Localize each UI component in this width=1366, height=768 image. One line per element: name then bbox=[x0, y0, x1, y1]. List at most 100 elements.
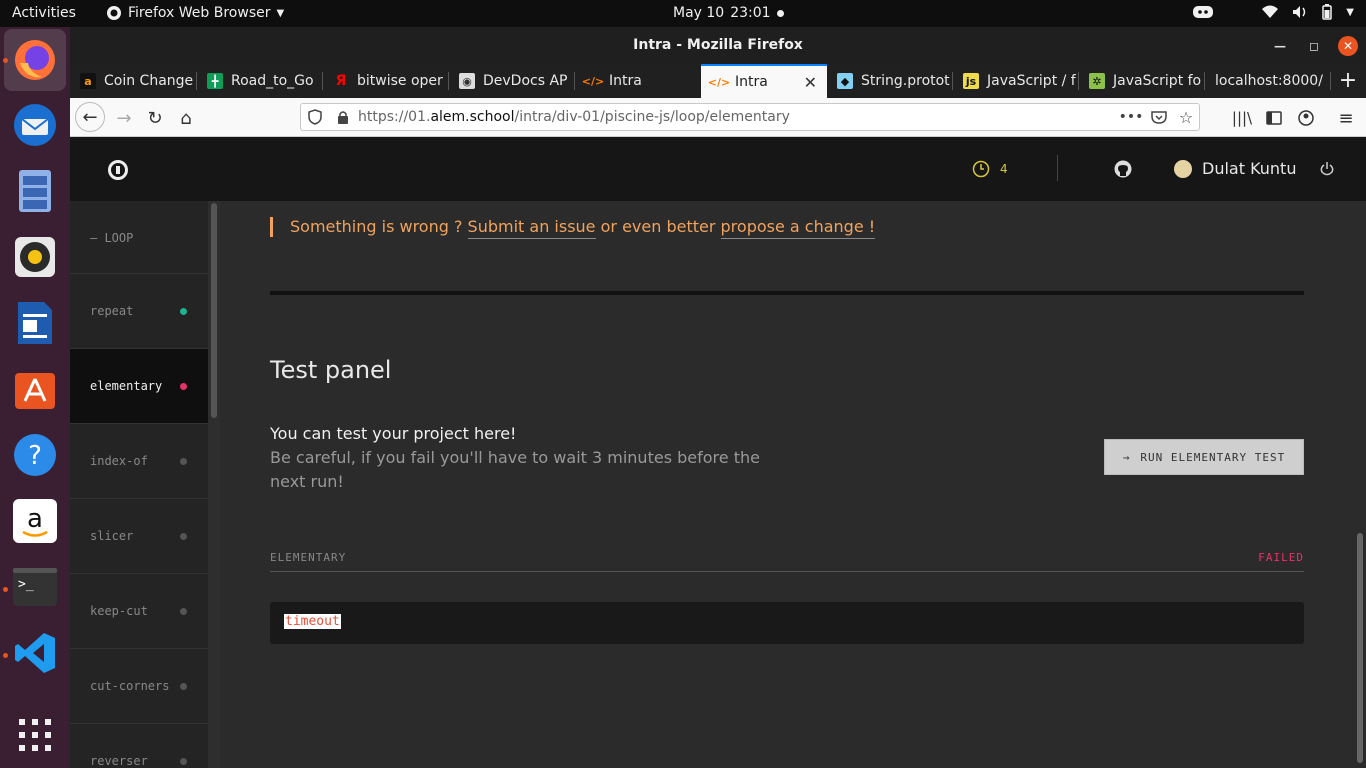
tab-javascript-2[interactable]: ✲ JavaScript fo bbox=[1079, 64, 1205, 98]
dock-thunderbird[interactable] bbox=[12, 102, 58, 148]
tab-bitwise[interactable]: Я bitwise oper bbox=[323, 64, 449, 98]
lock-icon[interactable] bbox=[335, 109, 351, 125]
dock-vscode[interactable] bbox=[12, 630, 58, 676]
sidebar-item-reverser[interactable]: reverser bbox=[70, 723, 208, 768]
codewars-icon: ✲ bbox=[1089, 73, 1105, 89]
show-applications-button[interactable] bbox=[12, 712, 58, 758]
status-dot bbox=[180, 458, 187, 465]
dock-rhythmbox[interactable] bbox=[12, 234, 58, 280]
thunderbird-icon bbox=[14, 104, 56, 146]
back-button[interactable]: ← bbox=[75, 102, 105, 132]
help-icon: ? bbox=[14, 434, 56, 476]
reload-button[interactable]: ↻ bbox=[141, 104, 169, 132]
clock-time: 23:01 bbox=[730, 5, 771, 21]
shield-icon[interactable] bbox=[307, 109, 323, 125]
scrollbar-thumb[interactable] bbox=[1357, 533, 1363, 763]
tab-string-prototype[interactable]: ◆ String.protot bbox=[827, 64, 953, 98]
user-menu[interactable]: Dulat Kuntu bbox=[1174, 159, 1296, 178]
activities-button[interactable]: Activities bbox=[12, 5, 76, 21]
tab-javascript-1[interactable]: js JavaScript / f bbox=[953, 64, 1079, 98]
avatar bbox=[1174, 159, 1192, 178]
sidebar-item-cut-corners[interactable]: cut-corners bbox=[70, 648, 208, 723]
dock: ? a >_ bbox=[0, 27, 70, 768]
window-title: Intra - Mozilla Firefox bbox=[633, 37, 803, 53]
battery-icon[interactable] bbox=[1322, 4, 1333, 20]
header-divider bbox=[1057, 155, 1058, 181]
dock-writer[interactable] bbox=[12, 300, 58, 346]
new-tab-button[interactable]: + bbox=[1336, 68, 1360, 93]
page-scrollbar[interactable] bbox=[1354, 201, 1366, 768]
tab-devdocs[interactable]: ◉ DevDocs AP bbox=[449, 64, 575, 98]
exercise-sidebar: — LOOP repeat elementary index-of slicer… bbox=[70, 201, 208, 768]
chevron-down-icon: ▼ bbox=[276, 7, 285, 19]
power-icon[interactable] bbox=[1319, 161, 1335, 181]
clock[interactable]: May 10 23:01 bbox=[673, 5, 784, 21]
minimize-button[interactable]: — bbox=[1270, 36, 1290, 56]
user-name: Dulat Kuntu bbox=[1202, 159, 1297, 178]
home-button[interactable]: ⌂ bbox=[172, 104, 200, 132]
status-dot bbox=[180, 758, 187, 765]
notice-text: Something is wrong ? bbox=[290, 217, 468, 236]
tab-intra-1[interactable]: </> Intra bbox=[575, 64, 701, 98]
tab-label: String.protot bbox=[861, 73, 950, 89]
sidebar-item-repeat[interactable]: repeat bbox=[70, 273, 208, 348]
timer[interactable]: 4 bbox=[972, 160, 1008, 178]
tab-label: Coin Change bbox=[104, 73, 194, 89]
url-bar[interactable]: https://01.alem.school/intra/div-01/pisc… bbox=[300, 103, 1200, 131]
sidebar-item-elementary[interactable]: elementary bbox=[70, 348, 208, 423]
sidebar-item-slicer[interactable]: slicer bbox=[70, 498, 208, 573]
dock-help[interactable]: ? bbox=[12, 432, 58, 478]
pocket-icon[interactable] bbox=[1151, 109, 1167, 125]
dock-amazon[interactable]: a bbox=[12, 498, 58, 544]
menu-button[interactable]: ≡ bbox=[1332, 104, 1360, 132]
submit-issue-link[interactable]: Submit an issue bbox=[467, 217, 596, 239]
notification-dot bbox=[776, 9, 784, 17]
sidebar-toggle-button[interactable] bbox=[1260, 104, 1288, 132]
url-domain: alem.school bbox=[430, 109, 515, 125]
forward-button[interactable]: → bbox=[110, 104, 138, 132]
libreoffice-writer-icon bbox=[18, 302, 52, 344]
tab-coin-change[interactable]: a Coin Change bbox=[70, 64, 197, 98]
volume-icon[interactable] bbox=[1292, 5, 1308, 19]
discord-icon[interactable] bbox=[1192, 4, 1214, 20]
propose-change-link[interactable]: propose a change ! bbox=[720, 217, 876, 239]
dock-firefox[interactable] bbox=[4, 29, 66, 91]
status-dot bbox=[180, 383, 187, 390]
maximize-button[interactable]: ◻ bbox=[1304, 36, 1324, 56]
run-test-button[interactable]: → RUN ELEMENTARY TEST bbox=[1104, 439, 1304, 475]
bookmark-star-icon[interactable]: ☆ bbox=[1178, 108, 1194, 127]
reload-icon: ↻ bbox=[147, 107, 163, 129]
tab-localhost[interactable]: localhost:8000/ bbox=[1205, 64, 1331, 98]
sidebar-item-label: slicer bbox=[90, 529, 134, 543]
dock-files[interactable] bbox=[12, 168, 58, 214]
library-button[interactable]: |||\ bbox=[1228, 104, 1256, 132]
sidebar-scrollbar[interactable] bbox=[208, 201, 220, 768]
system-tray[interactable]: ▼ bbox=[1192, 4, 1354, 20]
github-icon[interactable] bbox=[1114, 160, 1132, 182]
dock-software[interactable] bbox=[12, 366, 58, 412]
js-icon: js bbox=[963, 73, 979, 89]
tab-road-to-go[interactable]: ╋ Road_to_Go bbox=[197, 64, 323, 98]
close-tab-icon[interactable]: ✕ bbox=[804, 73, 817, 92]
sidebar-item-index-of[interactable]: index-of bbox=[70, 423, 208, 498]
status-dot bbox=[180, 608, 187, 615]
scrollbar-thumb[interactable] bbox=[211, 203, 217, 418]
account-button[interactable] bbox=[1292, 104, 1320, 132]
tab-label: Road_to_Go bbox=[231, 73, 314, 89]
chevron-down-icon[interactable]: ▼ bbox=[1346, 7, 1354, 18]
running-indicator bbox=[3, 58, 8, 63]
alem-logo[interactable] bbox=[108, 160, 128, 180]
firefox-icon bbox=[15, 40, 55, 80]
test-panel-intro: You can test your project here! bbox=[270, 424, 517, 443]
test-output: timeout bbox=[270, 602, 1304, 644]
page-actions-icon[interactable]: ••• bbox=[1119, 109, 1144, 125]
dock-terminal[interactable]: >_ bbox=[12, 564, 58, 610]
tab-label: JavaScript / f bbox=[987, 73, 1076, 89]
tab-label: Intra bbox=[735, 74, 768, 90]
sidebar-item-keep-cut[interactable]: keep-cut bbox=[70, 573, 208, 648]
close-window-button[interactable]: ✕ bbox=[1338, 36, 1358, 56]
sidebar-item-label: index-of bbox=[90, 454, 148, 468]
wifi-icon[interactable] bbox=[1262, 5, 1279, 19]
app-menu[interactable]: Firefox Web Browser ▼ bbox=[106, 5, 284, 21]
tab-intra-active[interactable]: </> Intra ✕ bbox=[701, 64, 827, 98]
